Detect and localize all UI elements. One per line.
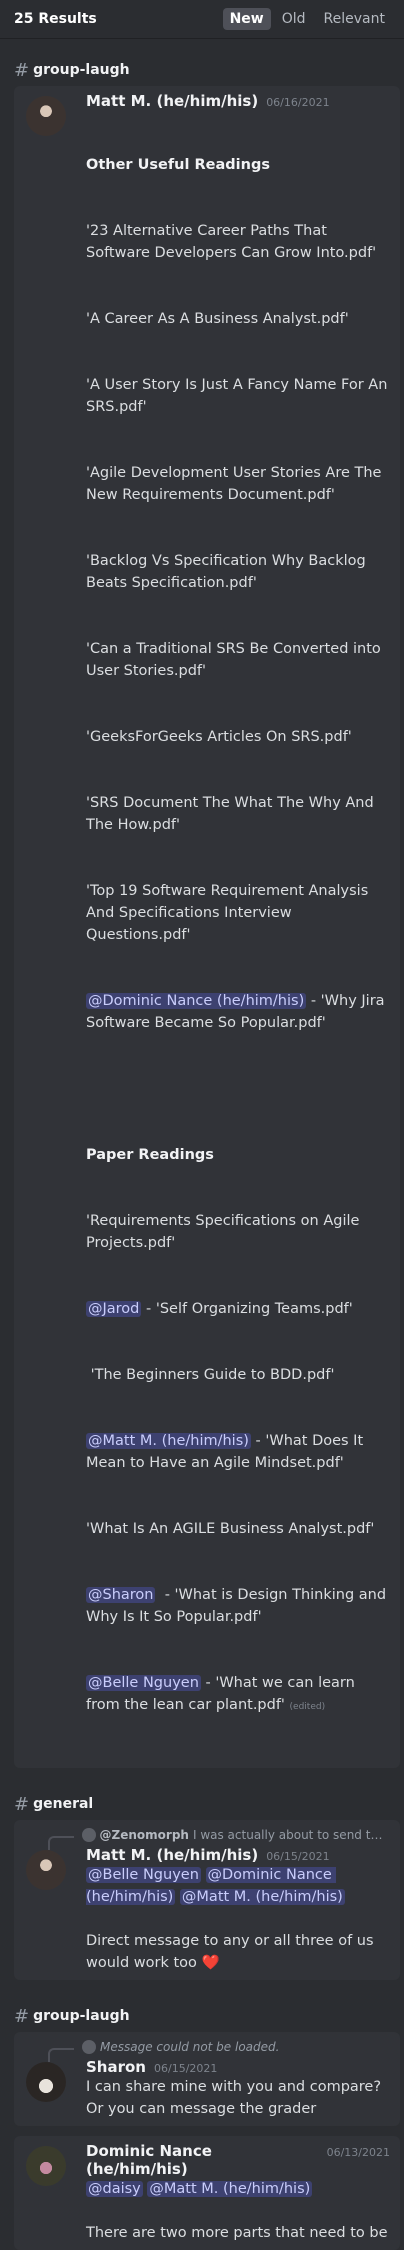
author-name[interactable]: Matt M. (he/him/his) [86, 1846, 258, 1864]
results-count: 25 Results [14, 11, 97, 27]
hash-icon: # [14, 1793, 30, 1815]
file-line: 'Requirements Specifications on Agile Pr… [86, 1213, 365, 1251]
reply-preview: I was actually about to send the... [192, 1828, 390, 1842]
edited-marker: (edited) [289, 1702, 326, 1712]
file-line: 'A User Story Is Just A Fancy Name For A… [86, 377, 392, 415]
timestamp: 06/15/2021 [154, 2062, 218, 2075]
message-content: @Belle Nguyen @Dominic Nance (he/him/his… [86, 1864, 390, 1974]
heading: Paper Readings [86, 1147, 214, 1163]
file-line: 'The Beginners Guide to BDD.pdf' [86, 1367, 335, 1383]
search-result-card[interactable]: Dominic Nance (he/him/his) 06/13/2021 @d… [14, 2136, 400, 2250]
message-text: There are two more parts that need to be [86, 2225, 388, 2241]
file-line: 'GeeksForGeeks Articles On SRS.pdf' [86, 729, 352, 745]
channel-name: general [33, 1796, 94, 1812]
avatar[interactable] [26, 2062, 66, 2102]
channel-name: group-laugh [33, 62, 130, 78]
search-result-card[interactable]: Message could not be loaded. Sharon 06/1… [14, 2032, 400, 2126]
user-mention[interactable]: @Dominic Nance (he/him/his) [86, 993, 307, 1009]
message-text: I can share mine with you and compare? O… [86, 2079, 386, 2117]
reply-icon [82, 2040, 96, 2054]
user-mention[interactable]: @Belle Nguyen [86, 1867, 201, 1883]
timestamp: 06/15/2021 [266, 1850, 330, 1863]
reply-preview: Message could not be loaded. [100, 2040, 280, 2054]
channel-header[interactable]: # group-laugh [0, 2000, 404, 2032]
search-result-card[interactable]: Matt M. (he/him/his) 06/16/2021 Other Us… [14, 86, 400, 1768]
avatar[interactable] [26, 2146, 66, 2186]
author-name[interactable]: Matt M. (he/him/his) [86, 92, 258, 110]
author-name[interactable]: Dominic Nance (he/him/his) [86, 2142, 319, 2178]
sort-tabs: New Old Relevant [222, 8, 392, 30]
file-line: 'Top 19 Software Requirement Analysis An… [86, 883, 373, 943]
tab-new[interactable]: New [222, 8, 271, 30]
user-mention[interactable]: @Belle Nguyen [86, 1675, 201, 1691]
user-mention[interactable]: @Matt M. (he/him/his) [179, 1889, 345, 1905]
file-line: 'Can a Traditional SRS Be Converted into… [86, 641, 386, 679]
author-name[interactable]: Sharon [86, 2058, 146, 2076]
timestamp: 06/16/2021 [266, 96, 330, 109]
file-line: '23 Alternative Career Paths That Softwa… [86, 223, 377, 261]
hash-icon: # [14, 59, 30, 81]
timestamp: 06/13/2021 [326, 2146, 390, 2159]
heart-emoji-icon: ❤️ [201, 1955, 220, 1971]
user-mention[interactable]: @Jarod [86, 1301, 142, 1317]
heading: Other Useful Readings [86, 157, 270, 173]
file-line: 'Backlog Vs Specification Why Backlog Be… [86, 553, 371, 591]
reply-author[interactable]: @Zenomorph [100, 1828, 189, 1842]
avatar[interactable] [26, 1850, 66, 1890]
tab-old[interactable]: Old [275, 8, 313, 30]
user-mention[interactable]: @Matt M. (he/him/his) [86, 1433, 251, 1449]
reply-reference: Message could not be loaded. [26, 2038, 390, 2062]
file-line: - 'Self Organizing Teams.pdf' [141, 1301, 353, 1317]
hash-icon: # [14, 2005, 30, 2027]
search-results-header: 25 Results New Old Relevant [0, 0, 404, 38]
user-mention[interactable]: @Sharon [86, 1587, 156, 1603]
file-line: 'A Career As A Business Analyst.pdf' [86, 311, 349, 327]
channel-header[interactable]: # group-laugh [0, 54, 404, 86]
channel-header[interactable]: # general [0, 1788, 404, 1820]
user-mention[interactable]: @daisy [86, 2181, 143, 2197]
message-text: Direct message to any or all three of us… [86, 1933, 379, 1971]
search-result-card[interactable]: @Zenomorph I was actually about to send … [14, 1820, 400, 1980]
tab-relevant[interactable]: Relevant [317, 8, 392, 30]
file-line: 'Agile Development User Stories Are The … [86, 465, 387, 503]
message-content: @daisy @Matt M. (he/him/his) There are t… [86, 2178, 390, 2244]
user-mention[interactable]: @Matt M. (he/him/his) [147, 2181, 313, 2197]
reply-avatar [82, 1828, 96, 1842]
reply-reference[interactable]: @Zenomorph I was actually about to send … [26, 1826, 390, 1850]
channel-name: group-laugh [33, 2008, 130, 2024]
message-content: Other Useful Readings '23 Alternative Ca… [86, 110, 390, 1762]
file-line: 'SRS Document The What The Why And The H… [86, 795, 379, 833]
file-line: 'What Is An AGILE Business Analyst.pdf' [86, 1521, 375, 1537]
avatar[interactable] [26, 96, 66, 136]
